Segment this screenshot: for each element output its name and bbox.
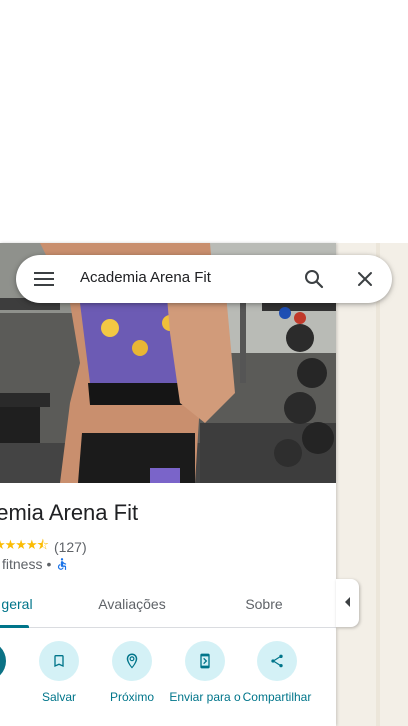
- tab-overview[interactable]: geral: [0, 583, 42, 628]
- tab-about[interactable]: Sobre: [224, 583, 304, 627]
- tab-overview-label: geral: [1, 596, 33, 612]
- bookmark-icon: [39, 641, 79, 681]
- collapse-panel-button[interactable]: [336, 579, 359, 627]
- close-icon[interactable]: [353, 267, 377, 291]
- place-panel: demia Arena Fit ★★★★⯪ (127) fitness • ge…: [0, 243, 336, 726]
- place-title: demia Arena Fit: [0, 500, 139, 525]
- rating-row[interactable]: ★★★★⯪ (127): [0, 536, 87, 558]
- nearby-label: Próximo: [109, 690, 154, 704]
- review-count: (127): [53, 539, 87, 555]
- send-to-phone-icon: [185, 641, 225, 681]
- search-input[interactable]: Academia Arena Fit: [80, 269, 211, 286]
- action-buttons: s Salvar Próximo Enviar para o: [0, 641, 336, 726]
- search-bar[interactable]: Academia Arena Fit: [16, 255, 392, 303]
- tab-reviews[interactable]: Avaliações: [82, 583, 182, 627]
- nearby-icon: [112, 641, 152, 681]
- wheelchair-icon: [55, 557, 69, 571]
- active-tab-indicator: [0, 625, 29, 628]
- search-icon[interactable]: [302, 267, 326, 291]
- hamburger-menu-icon[interactable]: [32, 269, 56, 289]
- save-button[interactable]: Salvar: [19, 641, 99, 704]
- star-rating-icon: ★★★★⯪: [0, 537, 49, 552]
- map-street: [376, 243, 380, 726]
- place-category[interactable]: fitness: [2, 556, 42, 572]
- share-label: Compartilhar: [242, 690, 312, 704]
- maps-viewport: demia Arena Fit ★★★★⯪ (127) fitness • ge…: [0, 0, 408, 726]
- tab-about-label: Sobre: [245, 596, 283, 612]
- send-to-phone-button[interactable]: Enviar para o: [165, 641, 245, 704]
- category-separator: •: [46, 556, 52, 572]
- map-area[interactable]: [336, 243, 408, 726]
- share-icon: [257, 641, 297, 681]
- category-row: fitness •: [2, 556, 69, 572]
- tab-reviews-label: Avaliações: [98, 596, 166, 612]
- chevron-left-icon: [344, 594, 352, 612]
- directions-icon: [0, 641, 6, 681]
- place-tabs: geral Avaliações Sobre: [0, 583, 336, 628]
- nearby-button[interactable]: Próximo: [92, 641, 172, 704]
- save-label: Salvar: [41, 690, 76, 704]
- share-button[interactable]: Compartilhar: [237, 641, 317, 704]
- send-to-phone-label: Enviar para o: [169, 690, 241, 704]
